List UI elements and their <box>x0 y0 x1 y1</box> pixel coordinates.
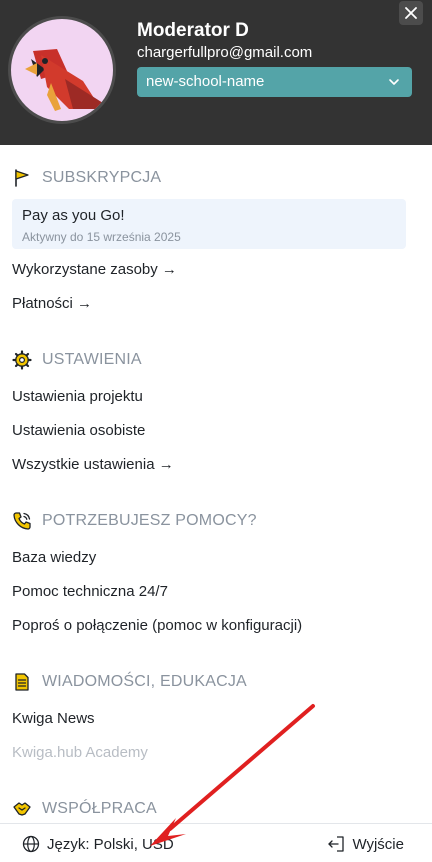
user-name: Moderator D <box>137 20 249 41</box>
section-subscription-title: SUBSKRYPCJA <box>12 167 161 189</box>
plan-active-until: Aktywny do 15 września 2025 <box>22 230 181 244</box>
link-used-resources[interactable]: Wykorzystane zasoby → <box>12 261 177 278</box>
logout-button[interactable]: Wyjście <box>327 834 404 854</box>
globe-icon <box>22 835 40 853</box>
link-all-settings[interactable]: Wszystkie ustawienia → <box>12 456 174 473</box>
section-settings-title: USTAWIENIA <box>12 349 142 371</box>
section-news-label: WIADOMOŚCI, EDUKACJA <box>42 673 247 690</box>
footer: Język: Polski, USD Wyjście <box>0 823 432 862</box>
link-project-settings[interactable]: Ustawienia projektu <box>12 388 143 405</box>
gear-icon <box>12 350 32 370</box>
user-email: chargerfullpro@gmail.com <box>137 44 313 61</box>
plan-name: Pay as you Go! <box>22 207 125 224</box>
link-payments[interactable]: Płatności → <box>12 295 92 312</box>
school-select[interactable]: new-school-name <box>137 67 412 97</box>
language-label: Język: Polski, USD <box>47 835 174 853</box>
plan-card: Pay as you Go! Aktywny do 15 września 20… <box>12 199 406 249</box>
section-subscription-label: SUBSKRYPCJA <box>42 169 162 186</box>
close-button[interactable] <box>399 1 423 25</box>
link-request-call[interactable]: Poproś o połączenie (pomoc w konfiguracj… <box>12 617 302 634</box>
cardinal-bird-avatar-icon <box>25 49 103 111</box>
phone-icon <box>13 512 31 530</box>
avatar[interactable] <box>8 16 116 124</box>
link-personal-settings[interactable]: Ustawienia osobiste <box>12 422 145 439</box>
flag-icon <box>15 169 29 187</box>
close-icon <box>405 7 417 19</box>
logout-icon <box>328 836 345 852</box>
section-cooperation-title: WSPÓŁPRACA <box>12 798 157 820</box>
section-news-title: WIADOMOŚCI, EDUKACJA <box>12 671 247 693</box>
link-kwiga-news[interactable]: Kwiga News <box>12 710 95 727</box>
link-tech-support[interactable]: Pomoc techniczna 24/7 <box>12 583 168 600</box>
link-knowledge-base[interactable]: Baza wiedzy <box>12 549 96 566</box>
handshake-icon <box>13 802 31 816</box>
section-cooperation-label: WSPÓŁPRACA <box>42 800 157 817</box>
logout-label: Wyjście <box>352 835 404 853</box>
chevron-down-icon <box>389 79 399 85</box>
profile-header: Moderator D chargerfullpro@gmail.com new… <box>0 0 432 145</box>
link-kwiga-academy[interactable]: Kwiga.hub Academy <box>12 744 148 761</box>
section-settings-label: USTAWIENIA <box>42 351 142 368</box>
document-icon <box>15 673 29 691</box>
section-help-label: POTRZEBUJESZ POMOCY? <box>42 512 257 529</box>
language-button[interactable]: Język: Polski, USD <box>22 834 174 854</box>
school-select-value: new-school-name <box>146 73 265 90</box>
menu-content: SUBSKRYPCJA Pay as you Go! Aktywny do 15… <box>0 145 432 823</box>
section-help-title: POTRZEBUJESZ POMOCY? <box>12 510 257 532</box>
